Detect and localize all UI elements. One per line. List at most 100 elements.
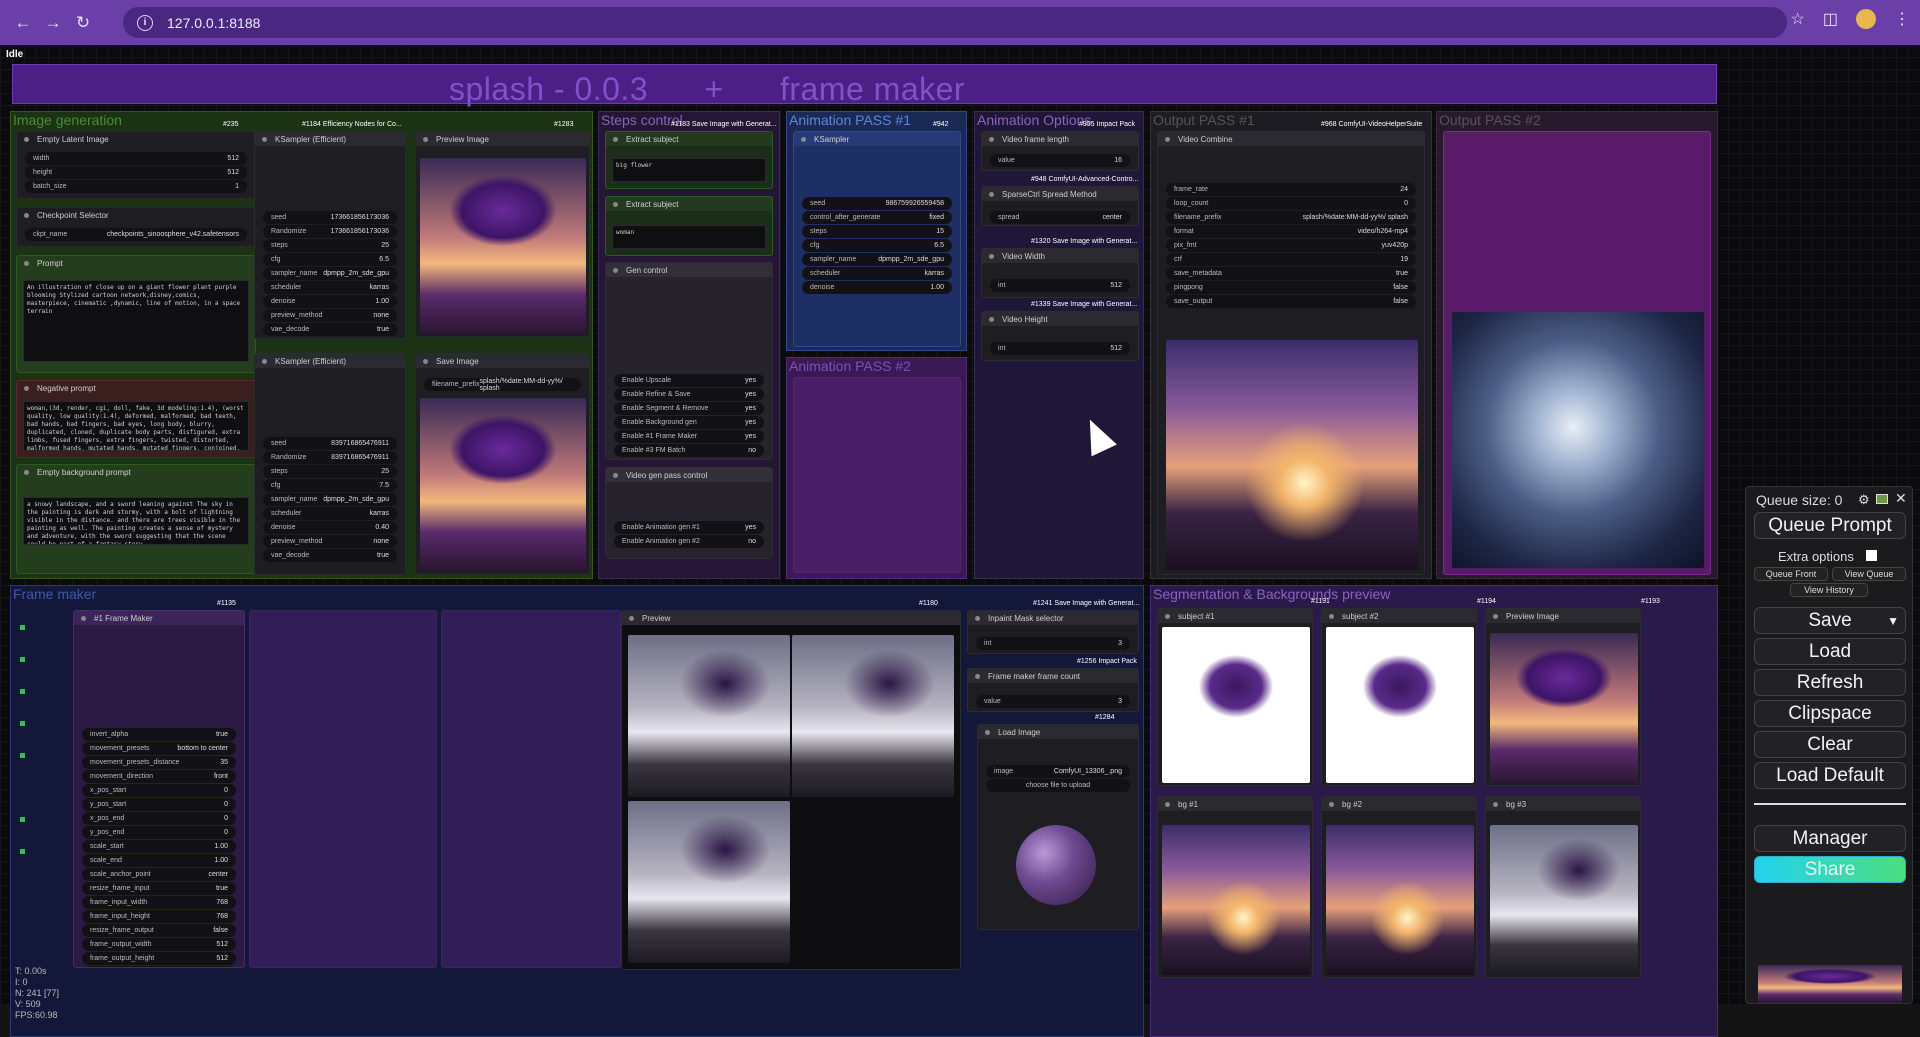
widget-movement-direction[interactable]: movement_direction front — [82, 770, 236, 783]
group-image-generation[interactable]: Image generation #235 #1184 Efficiency N… — [10, 111, 593, 579]
widget-randomize[interactable]: Randomize 839716865476911 — [263, 451, 397, 464]
node-ksampler-efficient-1[interactable]: KSampler (Efficient) seed 173661856173036… — [254, 131, 406, 339]
node-negative-prompt[interactable]: Negative prompt woman,(3d, render, cgi, … — [16, 380, 256, 458]
toggle-animation-gen-1[interactable]: Enable Animation gen #1 yes — [614, 521, 764, 534]
widget-invert-alpha[interactable]: invert_alpha true — [82, 728, 236, 741]
widget-scheduler[interactable]: scheduler karras — [263, 281, 397, 294]
widget-movement-presets[interactable]: movement_presets bottom to center — [82, 742, 236, 755]
node-extract-subject-1[interactable]: Extract subject big flower — [605, 131, 773, 189]
node-load-image[interactable]: Load Image image ComfyUI_13306_.png choos… — [977, 724, 1139, 930]
widget-scale-end[interactable]: scale_end 1.00 — [82, 854, 236, 867]
widget-scheduler[interactable]: scheduler karras — [263, 507, 397, 520]
widget-preview-method[interactable]: preview_method none — [263, 535, 397, 548]
widget-value[interactable]: value 3 — [976, 695, 1130, 708]
forward-icon[interactable]: → — [40, 10, 66, 36]
widget-resize-frame-output[interactable]: resize_frame_output false — [82, 924, 236, 937]
widget-batch-size[interactable]: batch_size 1 — [25, 180, 247, 193]
node-fm-batch-3-bypassed[interactable] — [441, 610, 621, 968]
toggle-enable-refine[interactable]: Enable Refine & Save yes — [614, 388, 764, 401]
widget-int[interactable]: int 512 — [990, 342, 1130, 355]
load-button[interactable]: Load — [1754, 638, 1906, 665]
node-frame-maker[interactable]: #1 Frame Maker invert_alpha true movement… — [73, 610, 245, 968]
node-bg-1[interactable]: bg #1 — [1157, 796, 1313, 978]
widget-value[interactable]: value 16 — [990, 154, 1130, 167]
widget-seed[interactable]: seed 839716865476911 — [263, 437, 397, 450]
widget-movement-distance[interactable]: movement_presets_distance 35 — [82, 756, 236, 769]
refresh-button[interactable]: Refresh — [1754, 669, 1906, 696]
widget-cfg[interactable]: cfg 6.5 — [802, 239, 952, 252]
back-icon[interactable]: ← — [10, 10, 36, 36]
node-video-width[interactable]: Video Width int 512 — [981, 248, 1139, 298]
clear-button[interactable]: Clear — [1754, 731, 1906, 758]
node-anim-ksampler-2-bypassed[interactable] — [793, 377, 961, 573]
widget-image[interactable]: image ComfyUI_13306_.png — [986, 765, 1130, 778]
node-video-combine-2-bypassed[interactable] — [1443, 131, 1711, 575]
widget-crf[interactable]: crf 19 — [1166, 253, 1416, 266]
queue-front-button[interactable]: Queue Front — [1754, 567, 1828, 581]
widget-width[interactable]: width 512 — [25, 152, 247, 165]
widget-x-pos-start[interactable]: x_pos_start 0 — [82, 784, 236, 797]
close-icon[interactable]: ✕ — [1895, 490, 1907, 507]
node-save-image[interactable]: Save Image filename_prefix splash/%date:M… — [415, 353, 590, 575]
node-prompt[interactable]: Prompt An illustration of close up on a … — [16, 255, 256, 373]
prompt-textarea[interactable]: An illustration of close up on a giant f… — [23, 280, 249, 362]
widget-sampler-name[interactable]: sampler_name dpmpp_2m_sde_gpu — [802, 253, 952, 266]
toggle-enable-upscale[interactable]: Enable Upscale yes — [614, 374, 764, 387]
address-bar[interactable]: i 127.0.0.1:8188 — [123, 7, 1787, 38]
widget-x-pos-end[interactable]: x_pos_end 0 — [82, 812, 236, 825]
node-preview-frames[interactable]: Preview — [621, 610, 961, 970]
toggle-enable-frame-maker[interactable]: Enable #1 Frame Maker yes — [614, 430, 764, 443]
load-default-button[interactable]: Load Default — [1754, 762, 1906, 789]
widget-resize-frame-input[interactable]: resize_frame_input true — [82, 882, 236, 895]
widget-scale-start[interactable]: scale_start 1.00 — [82, 840, 236, 853]
manager-button[interactable]: Manager — [1754, 825, 1906, 852]
widget-save-metadata[interactable]: save_metadata true — [1166, 267, 1416, 280]
widget-sampler-name[interactable]: sampler_name dpmpp_2m_sde_gpu — [263, 267, 397, 280]
gear-icon[interactable]: ⚙ — [1858, 492, 1870, 508]
clipspace-button[interactable]: Clipspace — [1754, 700, 1906, 727]
upload-button[interactable]: choose file to upload — [986, 779, 1130, 792]
node-subject-2[interactable]: subject #2 — [1321, 608, 1477, 786]
widget-frame-input-height[interactable]: frame_input_height 768 — [82, 910, 236, 923]
widget-cfg[interactable]: cfg 7.5 — [263, 479, 397, 492]
node-extract-subject-2[interactable]: Extract subject woman — [605, 196, 773, 256]
widget-steps[interactable]: steps 15 — [802, 225, 952, 238]
widget-filename-prefix[interactable]: filename_prefix splash/%date:MM-dd-yy%/ s… — [1166, 211, 1416, 224]
toggle-enable-fm-batch[interactable]: Enable #3 FM Batch no — [614, 444, 764, 457]
group-segmentation[interactable]: Segmentation & Backgrounds preview #1191… — [1150, 585, 1718, 1037]
node-ksampler-efficient-2[interactable]: KSampler (Efficient) seed 839716865476911… — [254, 353, 406, 575]
toggle-animation-gen-2[interactable]: Enable Animation gen #2 no — [614, 535, 764, 548]
widget-scale-anchor[interactable]: scale_anchor_point center — [82, 868, 236, 881]
widget-frame-rate[interactable]: frame_rate 24 — [1166, 183, 1416, 196]
widget-randomize[interactable]: Randomize 173661856173036 — [263, 225, 397, 238]
node-frame-maker-frame-count[interactable]: Frame maker frame count value 3 — [967, 668, 1139, 712]
extra-options-checkbox[interactable] — [1866, 550, 1877, 561]
sidebar-icon[interactable]: ◫ — [1823, 9, 1838, 29]
widget-steps[interactable]: steps 25 — [263, 465, 397, 478]
node-empty-background-prompt[interactable]: Empty background prompt a snowy landscap… — [16, 464, 256, 574]
node-gen-control[interactable]: Gen control Enable Upscale yes Enable Ref… — [605, 262, 773, 460]
node-preview-image[interactable]: Preview Image — [415, 131, 590, 337]
profile-avatar[interactable] — [1856, 9, 1876, 29]
group-frame-maker[interactable]: Frame maker #1135 #1 Frame Maker invert_… — [10, 585, 1144, 1037]
widget-spread[interactable]: spread center — [990, 211, 1130, 224]
toggle-enable-segment[interactable]: Enable Segment & Remove yes — [614, 402, 764, 415]
widget-invert-order[interactable]: invert_orderfalse — [82, 966, 236, 967]
node-video-frame-length[interactable]: Video frame length value 16 — [981, 131, 1139, 171]
widget-frame-output-width[interactable]: frame_output_width 512 — [82, 938, 236, 951]
info-icon[interactable]: i — [137, 14, 153, 31]
node-sparsectrl-spread[interactable]: SparseCtrl Spread Method spread center — [981, 186, 1139, 226]
queue-panel[interactable]: Queue size: 0 ⚙ ✕ Queue Prompt Extra opt… — [1745, 486, 1913, 1004]
background-prompt-textarea[interactable]: a snowy landscape, and a sword leaning a… — [23, 497, 249, 545]
widget-filename-prefix[interactable]: filename_prefix splash/%date:MM-dd-yy%/ s… — [424, 378, 581, 392]
node-checkpoint-selector[interactable]: Checkpoint Selector ckpt_name checkpoints… — [16, 207, 256, 247]
widget-control-after-generate[interactable]: control_after_generate fixed — [802, 211, 952, 224]
widget-vae-decode[interactable]: vae_decode true — [263, 323, 397, 336]
widget-steps[interactable]: steps 25 — [263, 239, 397, 252]
group-animation-pass-1[interactable]: Animation PASS #1 #942 KSampler seed 9867… — [786, 111, 967, 351]
node-inpaint-mask-selector[interactable]: Inpaint Mask selector int 3 — [967, 610, 1139, 654]
widget-loop-count[interactable]: loop_count 0 — [1166, 197, 1416, 210]
widget-y-pos-end[interactable]: y_pos_end 0 — [82, 826, 236, 839]
node-subject-1[interactable]: subject #1 — [1157, 608, 1313, 786]
widget-seed[interactable]: seed 173661856173036 — [263, 211, 397, 224]
